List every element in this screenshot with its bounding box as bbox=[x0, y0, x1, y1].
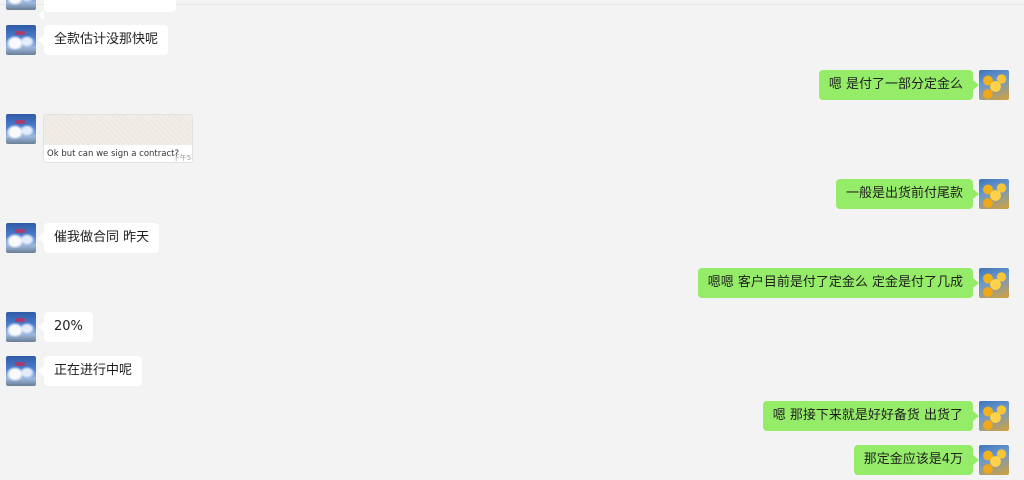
message-bubble-left-partial[interactable] bbox=[38, 0, 176, 20]
message-bubble-right[interactable]: 那定金应该是4万 bbox=[853, 445, 980, 475]
self-avatar[interactable] bbox=[979, 445, 1009, 475]
image-caption: Ok but can we sign a contract? bbox=[47, 149, 179, 159]
self-avatar[interactable] bbox=[979, 179, 1009, 209]
self-avatar[interactable] bbox=[979, 70, 1009, 100]
message-bubble-left[interactable]: 催我做合同 昨天 bbox=[37, 223, 160, 253]
message-bubble-right[interactable]: 嗯 是付了一部分定金么 bbox=[818, 70, 980, 100]
image-timestamp: 下午5:2 bbox=[172, 154, 192, 162]
message-bubble-left[interactable]: 20% bbox=[38, 312, 93, 342]
contact-avatar[interactable] bbox=[6, 312, 36, 342]
message-bubble-left[interactable]: 全款估计没那快呢 bbox=[37, 25, 169, 55]
contact-avatar[interactable] bbox=[6, 223, 36, 253]
self-avatar[interactable] bbox=[979, 401, 1009, 431]
image-message[interactable]: Ok but can we sign a contract? 下午5:2 bbox=[43, 114, 193, 163]
contact-avatar[interactable] bbox=[6, 25, 36, 55]
image-thumbnail bbox=[44, 115, 192, 145]
contact-avatar[interactable] bbox=[6, 114, 36, 144]
chat-message-area: 全款估计没那快呢 嗯 是付了一部分定金么 Ok but can we sign … bbox=[0, 0, 1024, 480]
contact-avatar[interactable] bbox=[6, 0, 36, 10]
message-bubble-right[interactable]: 嗯嗯 客户目前是付了定金么 定金是付了几成 bbox=[697, 268, 980, 298]
message-bubble-right[interactable]: 一般是出货前付尾款 bbox=[835, 179, 980, 209]
contact-avatar[interactable] bbox=[6, 356, 36, 386]
self-avatar[interactable] bbox=[979, 268, 1009, 298]
message-bubble-right[interactable]: 嗯 那接下来就是好好备货 出货了 bbox=[762, 401, 980, 431]
message-bubble-left[interactable]: 正在进行中呢 bbox=[37, 356, 143, 386]
